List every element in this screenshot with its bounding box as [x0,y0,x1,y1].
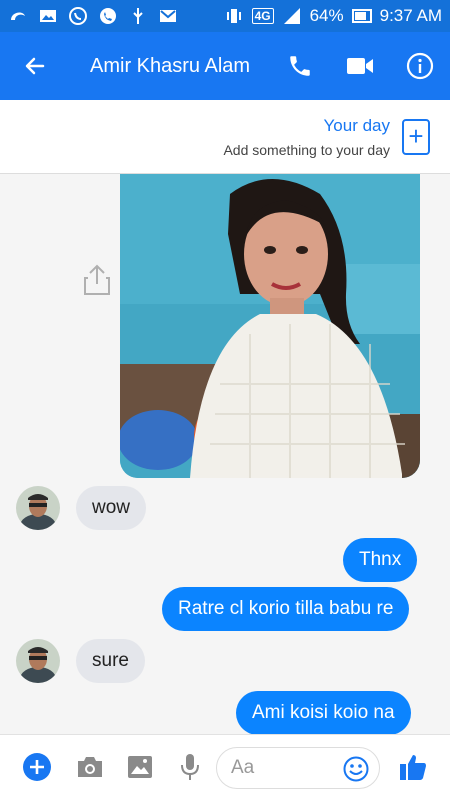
avatar-image [16,639,60,683]
your-day-banner[interactable]: Your day Add something to your day + [0,100,450,174]
contact-name[interactable]: Amir Khasru Alam [70,55,270,78]
microphone-icon [181,754,199,780]
message-input[interactable] [231,757,341,779]
gallery-icon [38,7,58,25]
phone-status-icon [98,7,118,25]
plus-icon: + [408,120,424,151]
add-to-day-button[interactable]: + [402,118,430,155]
composer-bar [0,734,450,800]
photo-image [120,174,420,478]
gallery-button[interactable] [125,752,155,782]
status-bar: 4G 64% 9:37 AM [0,0,450,32]
clock: 9:37 AM [379,6,442,25]
avatar[interactable] [16,486,60,530]
network-type: 4G [251,8,274,24]
video-call-button[interactable] [330,32,390,100]
uc-browser-icon [8,7,28,25]
message-bubble[interactable]: wow [76,486,147,530]
message-bubble[interactable]: Thnx [343,538,418,582]
phone-icon [290,56,310,76]
gmail-icon [158,7,178,25]
voice-message-button[interactable] [175,752,205,782]
like-button[interactable] [398,752,428,782]
shared-photo[interactable] [120,174,420,478]
thumbs-up-icon [400,755,426,780]
back-arrow-icon [25,57,45,75]
info-icon [406,52,434,80]
info-button[interactable] [390,32,450,100]
battery-percent: 64% [309,6,344,25]
message-bubble[interactable]: sure [76,639,145,683]
more-actions-button[interactable] [22,752,52,782]
plus-circle-icon [23,753,51,781]
avatar[interactable] [16,639,60,683]
message-bubble[interactable]: Ami koisi koio na [236,691,411,735]
battery-icon [351,7,372,25]
vibrate-icon [224,7,244,25]
share-button[interactable] [82,262,112,296]
voice-call-button[interactable] [270,32,330,100]
camera-icon [78,757,102,777]
emoji-button[interactable] [343,756,369,782]
message-input-container[interactable] [216,747,380,789]
whatsapp-icon [68,7,88,25]
video-icon [347,58,373,74]
your-day-subtitle: Add something to your day [223,141,390,158]
usb-icon [128,7,148,25]
share-icon [84,264,110,295]
signal-icon [282,7,302,25]
notification-icons [8,7,178,25]
your-day-title: Your day [323,115,390,135]
image-icon [128,756,152,778]
conversation-header: Amir Khasru Alam [0,32,450,100]
message-bubble[interactable]: Ratre cl korio tilla babu re [162,587,410,631]
emoji-icon [343,756,369,782]
camera-button[interactable] [75,752,105,782]
avatar-image [16,486,60,530]
back-button[interactable] [0,32,70,100]
